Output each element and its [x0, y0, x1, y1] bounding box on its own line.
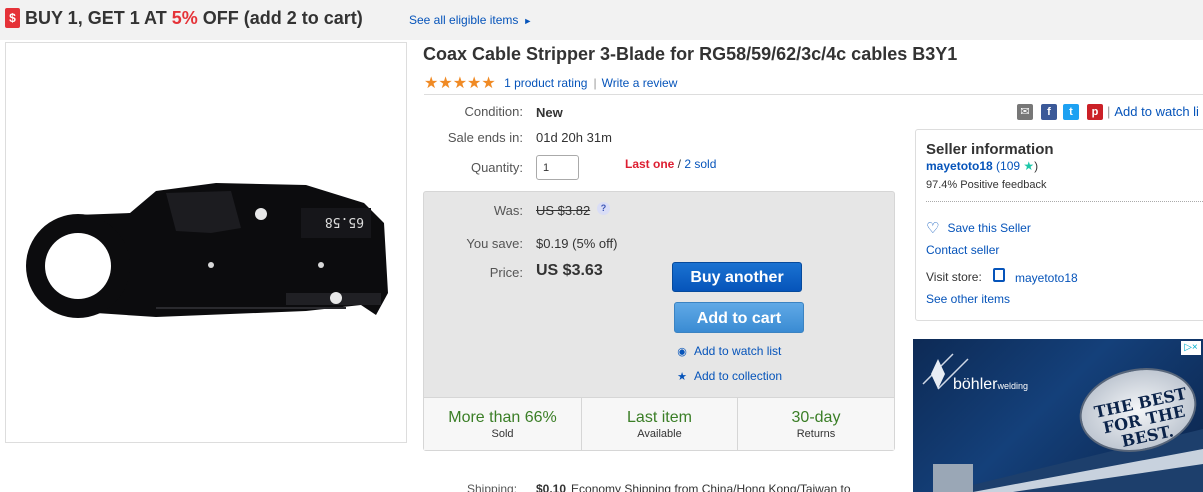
sale-ends-label: Sale ends in: [447, 130, 523, 145]
adchoices-icon[interactable]: ▷× [1181, 341, 1201, 355]
you-save-label: You save: [466, 236, 523, 251]
price-label: Price: [489, 265, 523, 280]
feedback-star-icon: ★ [1023, 159, 1035, 173]
coax-stripper-image: 65.58 [26, 183, 388, 318]
buy-another-button[interactable]: Buy another [672, 262, 802, 292]
facebook-share-icon[interactable]: f [1041, 104, 1057, 120]
shipping-label: Shipping: [467, 482, 518, 492]
rating-row: ★★★★★ 1 product rating | Write a review [424, 73, 677, 93]
was-price: US $3.82 [536, 203, 591, 218]
add-to-collection-link[interactable]: ★ Add to collection [675, 369, 782, 383]
quantity-label: Quantity: [470, 160, 523, 175]
seller-feedback-count[interactable]: (109 [993, 159, 1024, 173]
write-review-link[interactable]: Write a review [602, 76, 678, 90]
sale-ends-value: 01d 20h 31m [536, 130, 612, 145]
store-icon [993, 268, 1005, 282]
condition-label: Condition: [464, 104, 523, 119]
ad-brand-name: böhlerwelding [953, 376, 1029, 393]
heart-icon: ♡ [926, 220, 940, 237]
condition-value: New [536, 105, 563, 120]
quantity-input[interactable]: 1 [536, 155, 579, 180]
eye-icon: ◉ [677, 346, 687, 358]
help-icon[interactable]: ? [597, 202, 610, 215]
you-save-value: $0.19 (5% off) [536, 236, 618, 251]
twitter-share-icon[interactable]: t [1063, 104, 1079, 120]
seller-name-link[interactable]: mayetoto18 [926, 159, 993, 173]
arrow-right-icon: ► [523, 16, 533, 26]
save-seller-link[interactable]: ♡ Save this Seller [926, 219, 1031, 237]
stats-bar: More than 66% Sold Last item Available 30-… [424, 397, 894, 451]
was-label: Was: [493, 203, 523, 218]
title-divider [424, 94, 1203, 95]
promo-banner: $ BUY 1, GET 1 AT 5% OFF (add 2 to cart)… [0, 0, 1203, 40]
store-name-link[interactable]: mayetoto18 [1015, 271, 1078, 285]
seller-divider [926, 201, 1203, 202]
svg-text:65.58: 65.58 [325, 214, 364, 229]
see-eligible-items-link[interactable]: See all eligible items ► [409, 13, 532, 27]
seller-info-title: Seller information [926, 141, 1054, 158]
star-rating-icon[interactable]: ★★★★★ [424, 73, 496, 93]
stat-sold: More than 66% Sold [448, 409, 557, 440]
pinterest-share-icon[interactable]: p [1087, 104, 1103, 120]
add-to-cart-button[interactable]: Add to cart [674, 302, 804, 333]
star-icon: ★ [677, 371, 687, 383]
seller-positive-feedback: 97.4% Positive feedback [926, 179, 1047, 191]
product-image[interactable]: 65.58 [5, 42, 407, 443]
contact-seller-link[interactable]: Contact seller [926, 243, 999, 257]
seller-name-row: mayetoto18 (109 ★) [926, 159, 1039, 173]
stat-available: Last item Available [581, 398, 737, 451]
stat-returns: 30-day Returns [737, 398, 894, 451]
dollar-tag-icon: $ [5, 8, 20, 28]
product-title: Coax Cable Stripper 3-Blade for RG58/59/… [423, 44, 958, 64]
add-to-watch-list-link[interactable]: ◉ Add to watch list [675, 344, 781, 358]
add-to-watch-list-top-link[interactable]: | Add to watch li [1107, 104, 1199, 119]
stock-status: Last one / 2 sold [625, 157, 717, 171]
see-other-items-link[interactable]: See other items [926, 292, 1010, 306]
sold-count-link[interactable]: 2 sold [684, 157, 716, 171]
rating-separator: | [593, 76, 597, 90]
price-value: US $3.63 [536, 262, 603, 279]
rating-count-link[interactable]: 1 product rating [504, 76, 587, 90]
email-share-icon[interactable]: ✉ [1017, 104, 1033, 120]
promo-text: BUY 1, GET 1 AT 5% OFF (add 2 to cart) [25, 8, 363, 28]
visit-store-label: Visit store: [926, 270, 982, 284]
last-one-label: Last one [625, 157, 675, 171]
shipping-value: $0.10 Economy Shipping from China/Hong Ko… [536, 482, 851, 492]
